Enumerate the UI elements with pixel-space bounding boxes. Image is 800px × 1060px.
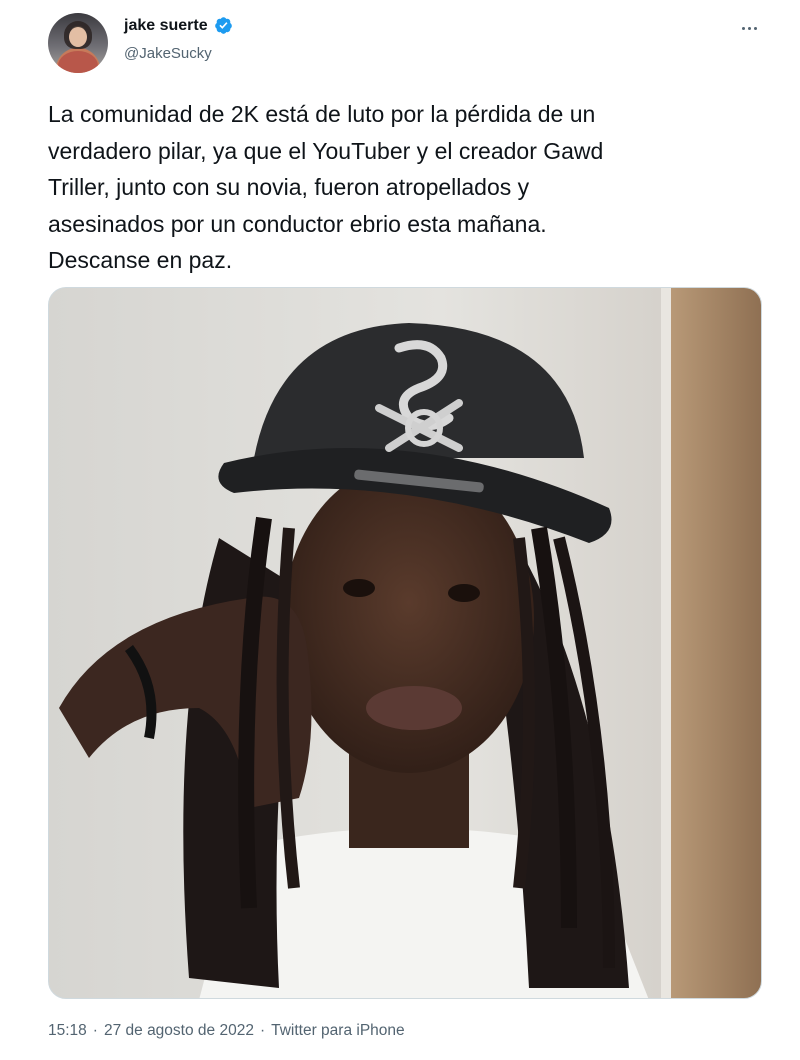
tweet-meta: 15:18 · 27 de agosto de 2022 · Twitter p… [48, 1022, 405, 1040]
tweet-card: jake suerte @JakeSucky La comunidad de 2… [0, 0, 800, 1060]
tweet-date[interactable]: 27 de agosto de 2022 [104, 1022, 254, 1040]
tweet-text: La comunidad de 2K está de luto por la p… [48, 101, 604, 273]
tweet-time[interactable]: 15:18 [48, 1022, 87, 1040]
more-dot-icon [741, 26, 745, 30]
author-avatar[interactable] [48, 13, 108, 73]
more-options-button[interactable] [736, 18, 762, 38]
avatar-body [58, 51, 98, 73]
author-handle[interactable]: @JakeSucky [124, 45, 212, 62]
verified-badge-icon [214, 17, 232, 34]
tweet-source[interactable]: Twitter para iPhone [271, 1022, 405, 1040]
more-dot-icon [747, 26, 751, 30]
author-name-row: jake suerte [124, 16, 233, 35]
more-dot-icon [753, 26, 757, 30]
meta-separator: · [259, 1022, 266, 1039]
tweet-photo[interactable] [48, 287, 762, 999]
author-display-name[interactable]: jake suerte [124, 17, 208, 35]
photo-illustration [49, 288, 761, 998]
meta-separator: · [92, 1022, 98, 1039]
avatar-face [69, 27, 87, 47]
